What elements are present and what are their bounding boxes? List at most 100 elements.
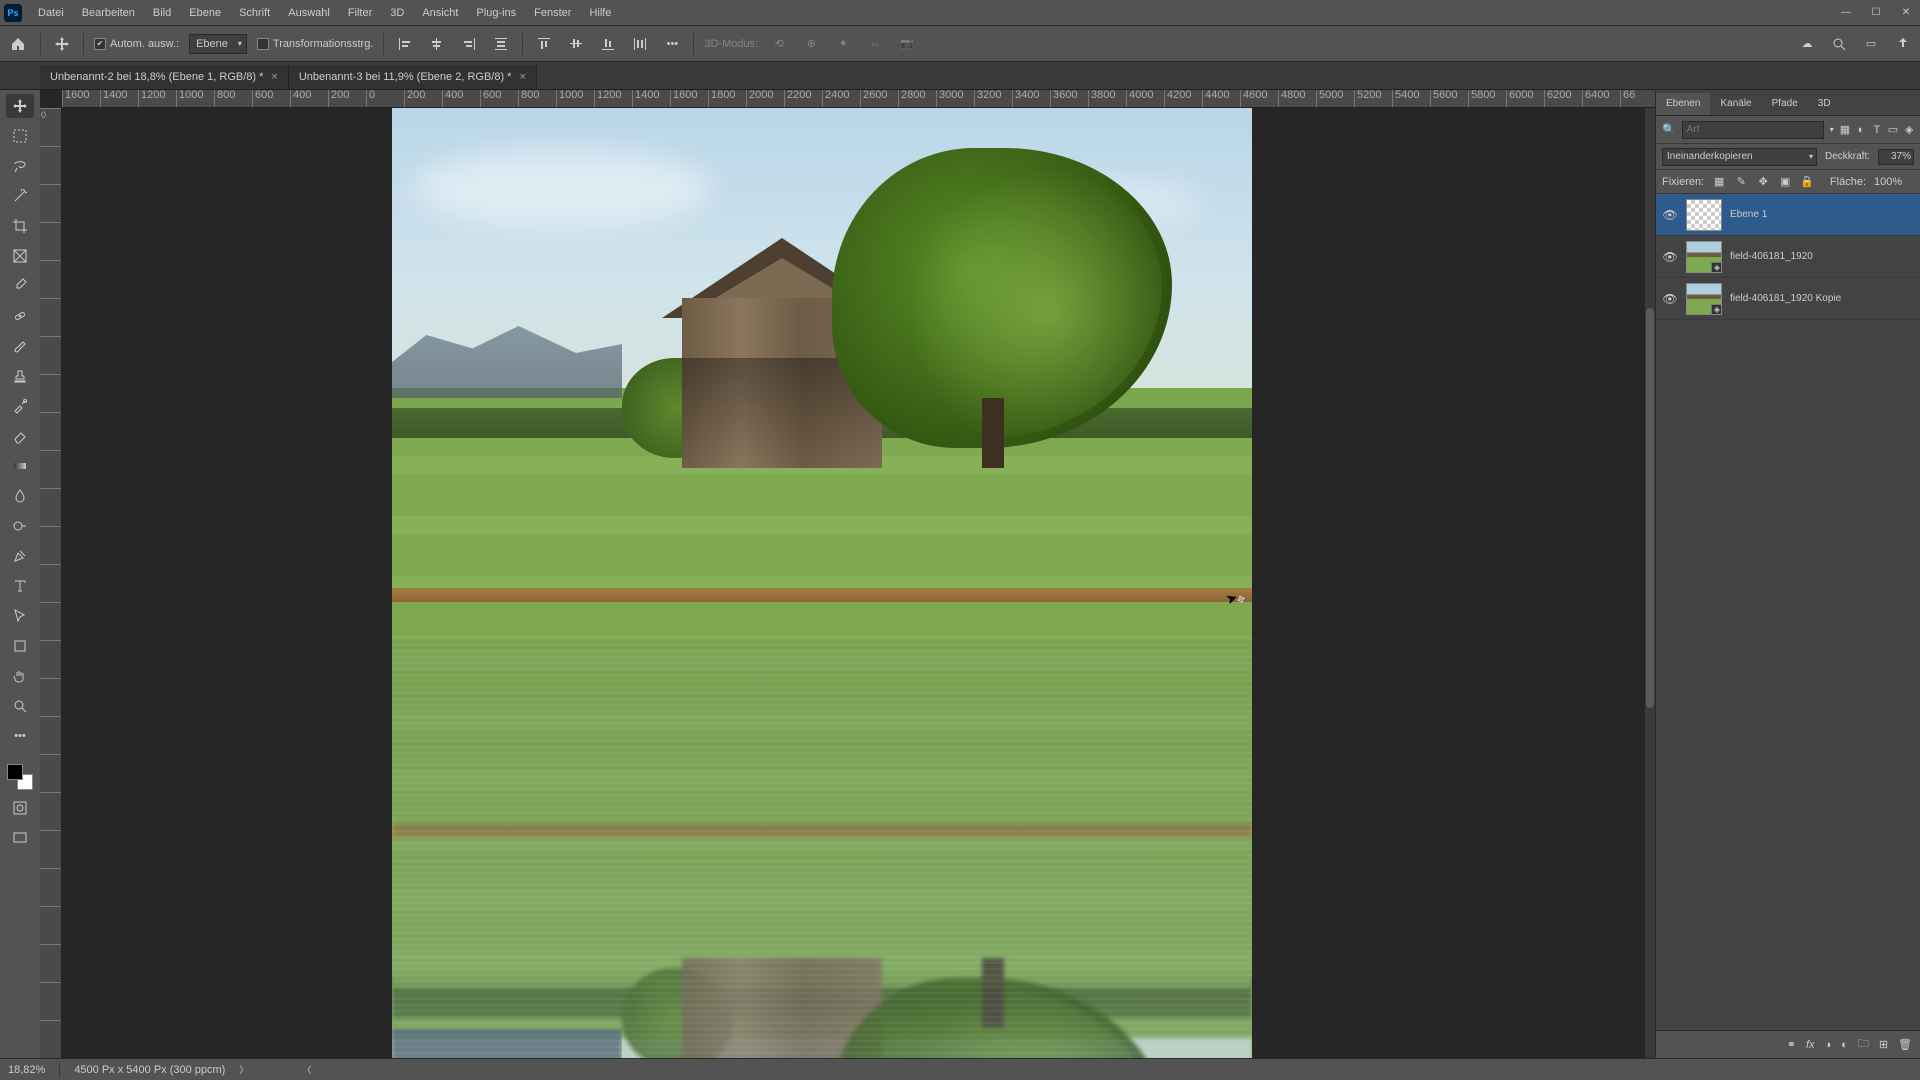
lock-pixels-icon[interactable]: ▦ xyxy=(1712,175,1726,188)
screenmode-icon[interactable] xyxy=(6,826,34,850)
align-right-icon[interactable] xyxy=(458,33,480,55)
docinfo-chevron-icon[interactable]: 〉 xyxy=(239,1063,248,1076)
menu-plugins[interactable]: Plug-ins xyxy=(468,0,524,26)
close-icon[interactable]: × xyxy=(519,71,525,83)
document-tab-1[interactable]: Unbenannt-2 bei 18,8% (Ebene 1, RGB/8) *… xyxy=(40,65,289,89)
eyedropper-tool[interactable] xyxy=(6,274,34,298)
layer-fx-icon[interactable]: fx xyxy=(1806,1039,1815,1051)
horizontal-ruler[interactable]: 1600140012001000800600400200020040060080… xyxy=(62,90,1655,108)
layer-filter-input[interactable] xyxy=(1682,121,1824,139)
filter-adjust-icon[interactable]: ◐ xyxy=(1856,121,1866,139)
tab-ebenen[interactable]: Ebenen xyxy=(1656,93,1710,115)
align-vcenter-icon[interactable] xyxy=(565,33,587,55)
frame-tool[interactable] xyxy=(6,244,34,268)
brush-tool[interactable] xyxy=(6,334,34,358)
layer-row[interactable]: 👁◈field-406181_1920 Kopie xyxy=(1656,278,1920,320)
menu-bearbeiten[interactable]: Bearbeiten xyxy=(74,0,143,26)
layer-name[interactable]: field-406181_1920 xyxy=(1730,251,1813,262)
menu-ansicht[interactable]: Ansicht xyxy=(414,0,466,26)
layer-group-icon[interactable]: 🗀 xyxy=(1858,1035,1869,1054)
align-hcenter-icon[interactable] xyxy=(426,33,448,55)
menu-filter[interactable]: Filter xyxy=(340,0,380,26)
stamp-tool[interactable] xyxy=(6,364,34,388)
gradient-tool[interactable] xyxy=(6,454,34,478)
scrollbar-thumb[interactable] xyxy=(1646,308,1654,708)
foreground-color-swatch[interactable] xyxy=(7,764,23,780)
auto-select-target-select[interactable]: Ebene xyxy=(189,34,247,54)
move-tool-icon[interactable] xyxy=(51,33,73,55)
menu-schrift[interactable]: Schrift xyxy=(231,0,278,26)
more-align-icon[interactable]: ••• xyxy=(661,33,683,55)
blend-mode-select[interactable]: Ineinanderkopieren xyxy=(1662,148,1817,166)
transform-controls-checkbox[interactable]: Transformationsstrg. xyxy=(257,38,373,50)
workspace-switcher-icon[interactable]: ▭ xyxy=(1860,33,1882,55)
eraser-tool[interactable] xyxy=(6,424,34,448)
menu-auswahl[interactable]: Auswahl xyxy=(280,0,338,26)
filter-pixel-icon[interactable]: ▦ xyxy=(1840,121,1850,139)
tab-kanaele[interactable]: Kanäle xyxy=(1710,93,1761,115)
marquee-tool[interactable] xyxy=(6,124,34,148)
menu-bild[interactable]: Bild xyxy=(145,0,179,26)
blur-tool[interactable] xyxy=(6,484,34,508)
layer-name[interactable]: field-406181_1920 Kopie xyxy=(1730,293,1841,304)
quickmask-icon[interactable] xyxy=(6,796,34,820)
healing-tool[interactable] xyxy=(6,304,34,328)
new-layer-icon[interactable]: ⊞ xyxy=(1879,1038,1888,1051)
wand-tool[interactable] xyxy=(6,184,34,208)
edit-toolbar-icon[interactable]: ••• xyxy=(6,724,34,748)
lock-position-icon[interactable]: ✥ xyxy=(1756,175,1770,188)
link-layers-icon[interactable]: ⚭ xyxy=(1787,1038,1796,1051)
search-icon[interactable] xyxy=(1828,33,1850,55)
tab-pfade[interactable]: Pfade xyxy=(1762,93,1808,115)
dodge-tool[interactable] xyxy=(6,514,34,538)
path-select-tool[interactable] xyxy=(6,604,34,628)
pen-tool[interactable] xyxy=(6,544,34,568)
move-tool[interactable] xyxy=(6,94,34,118)
menu-3d[interactable]: 3D xyxy=(382,0,412,26)
type-tool[interactable] xyxy=(6,574,34,598)
canvas[interactable]: ➤✥ xyxy=(62,108,1655,1058)
menu-fenster[interactable]: Fenster xyxy=(526,0,579,26)
tab-3d[interactable]: 3D xyxy=(1808,93,1841,115)
lock-artboard-icon[interactable]: ▣ xyxy=(1778,175,1792,188)
opacity-value[interactable]: 37% xyxy=(1878,149,1914,165)
hand-tool[interactable] xyxy=(6,664,34,688)
layer-thumbnail[interactable]: ◈ xyxy=(1686,241,1722,273)
align-left-icon[interactable] xyxy=(394,33,416,55)
layer-thumbnail[interactable] xyxy=(1686,199,1722,231)
distribute-v-icon[interactable] xyxy=(629,33,651,55)
layer-thumbnail[interactable]: ◈ xyxy=(1686,283,1722,315)
visibility-toggle-icon[interactable]: 👁 xyxy=(1662,208,1678,222)
shape-tool[interactable] xyxy=(6,634,34,658)
lasso-tool[interactable] xyxy=(6,154,34,178)
chevron-down-icon[interactable]: ▾ xyxy=(1830,125,1834,134)
window-minimize-icon[interactable]: — xyxy=(1836,6,1856,20)
filter-smart-icon[interactable]: ◈ xyxy=(1904,121,1914,139)
document-info[interactable]: 4500 Px x 5400 Px (300 ppcm) xyxy=(74,1064,225,1076)
document-tab-2[interactable]: Unbenannt-3 bei 11,9% (Ebene 2, RGB/8) *… xyxy=(289,65,537,89)
layer-name[interactable]: Ebene 1 xyxy=(1730,209,1767,220)
vertical-scrollbar[interactable] xyxy=(1645,108,1655,1058)
history-brush-tool[interactable] xyxy=(6,394,34,418)
window-maximize-icon[interactable]: ☐ xyxy=(1866,6,1886,20)
delete-layer-icon[interactable]: 🗑 xyxy=(1898,1038,1912,1051)
window-close-icon[interactable]: ✕ xyxy=(1896,6,1916,20)
filter-shape-icon[interactable]: ▭ xyxy=(1888,121,1898,139)
color-swatches[interactable] xyxy=(7,764,33,790)
auto-select-checkbox[interactable]: ✔Autom. ausw.: xyxy=(94,38,179,50)
layer-mask-icon[interactable]: ◑ xyxy=(1825,1039,1832,1051)
vertical-ruler[interactable]: 0 xyxy=(40,108,62,1058)
cloud-docs-icon[interactable]: ☁ xyxy=(1796,33,1818,55)
zoom-level[interactable]: 18,82% xyxy=(8,1064,45,1076)
menu-hilfe[interactable]: Hilfe xyxy=(581,0,619,26)
menu-ebene[interactable]: Ebene xyxy=(181,0,229,26)
lock-all-icon[interactable]: 🔒 xyxy=(1800,175,1814,188)
adjustment-layer-icon[interactable]: ◐ xyxy=(1841,1039,1848,1051)
close-icon[interactable]: × xyxy=(271,71,277,83)
lock-paint-icon[interactable]: ✎ xyxy=(1734,175,1748,188)
visibility-toggle-icon[interactable]: 👁 xyxy=(1662,250,1678,264)
align-top-icon[interactable] xyxy=(533,33,555,55)
fill-value[interactable]: 100% xyxy=(1874,176,1914,188)
layer-row[interactable]: 👁 Ebene 1 xyxy=(1656,194,1920,236)
filter-type-icon[interactable]: T xyxy=(1872,121,1882,139)
